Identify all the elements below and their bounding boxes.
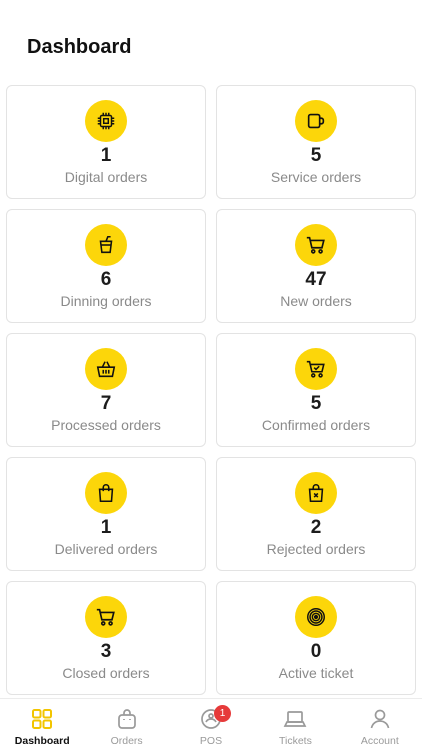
card-label: New orders [280, 293, 352, 309]
tab-orders[interactable]: Orders [84, 699, 168, 750]
tab-dashboard[interactable]: Dashboard [0, 699, 84, 750]
orders-grid: 1 Digital orders 5 Service orders 6 Dinn… [6, 85, 416, 695]
card-count: 1 [100, 517, 112, 538]
tab-label: Tickets [278, 735, 312, 747]
bottom-tab-bar: Dashboard Orders 1 POS Tickets Account [0, 698, 422, 750]
card-rejected-orders[interactable]: 2 Rejected orders [216, 457, 416, 571]
tab-label: Dashboard [14, 735, 70, 747]
user-icon [370, 709, 390, 729]
cart-icon [85, 596, 127, 638]
cart-check-icon [295, 348, 337, 390]
card-count: 5 [310, 393, 322, 414]
grid-icon [32, 709, 53, 729]
shopping-bag-icon [85, 472, 127, 514]
card-count: 7 [100, 393, 112, 414]
card-digital-orders[interactable]: 1 Digital orders [6, 85, 206, 199]
basket-icon [85, 348, 127, 390]
card-new-orders[interactable]: 47 New orders [216, 209, 416, 323]
drink-cup-icon [85, 224, 127, 266]
tab-tickets[interactable]: Tickets [253, 699, 337, 750]
card-label: Active ticket [278, 665, 354, 681]
card-count: 5 [310, 145, 322, 166]
card-closed-orders[interactable]: 3 Closed orders [6, 581, 206, 695]
card-count: 3 [100, 641, 112, 662]
target-icon [295, 596, 337, 638]
bag-icon [117, 709, 136, 729]
tab-account[interactable]: Account [338, 699, 422, 750]
card-label: Closed orders [62, 665, 150, 681]
card-label: Rejected orders [266, 541, 366, 557]
cart-icon [295, 224, 337, 266]
tab-pos[interactable]: 1 POS [169, 699, 253, 750]
card-label: Delivered orders [54, 541, 158, 557]
card-label: Processed orders [51, 417, 161, 433]
card-active-ticket[interactable]: 0 Active ticket [216, 581, 416, 695]
chip-icon [85, 100, 127, 142]
card-label: Dinning orders [60, 293, 152, 309]
page-title: Dashboard [27, 36, 132, 58]
card-service-orders[interactable]: 5 Service orders [216, 85, 416, 199]
card-count: 0 [310, 641, 322, 662]
card-processed-orders[interactable]: 7 Processed orders [6, 333, 206, 447]
card-confirmed-orders[interactable]: 5 Confirmed orders [216, 333, 416, 447]
card-count: 1 [100, 145, 112, 166]
laptop-icon [284, 711, 307, 727]
card-count: 47 [305, 269, 327, 290]
tab-label: POS [199, 735, 223, 747]
mug-icon [295, 100, 337, 142]
tab-label: Orders [110, 735, 143, 747]
tab-label: Account [360, 735, 399, 747]
card-delivered-orders[interactable]: 1 Delivered orders [6, 457, 206, 571]
card-label: Service orders [270, 169, 362, 185]
card-count: 6 [100, 269, 112, 290]
notification-badge: 1 [214, 705, 232, 722]
card-count: 2 [310, 517, 322, 538]
card-dinning-orders[interactable]: 6 Dinning orders [6, 209, 206, 323]
bag-x-icon [295, 472, 337, 514]
card-label: Confirmed orders [261, 417, 371, 433]
card-label: Digital orders [64, 169, 148, 185]
